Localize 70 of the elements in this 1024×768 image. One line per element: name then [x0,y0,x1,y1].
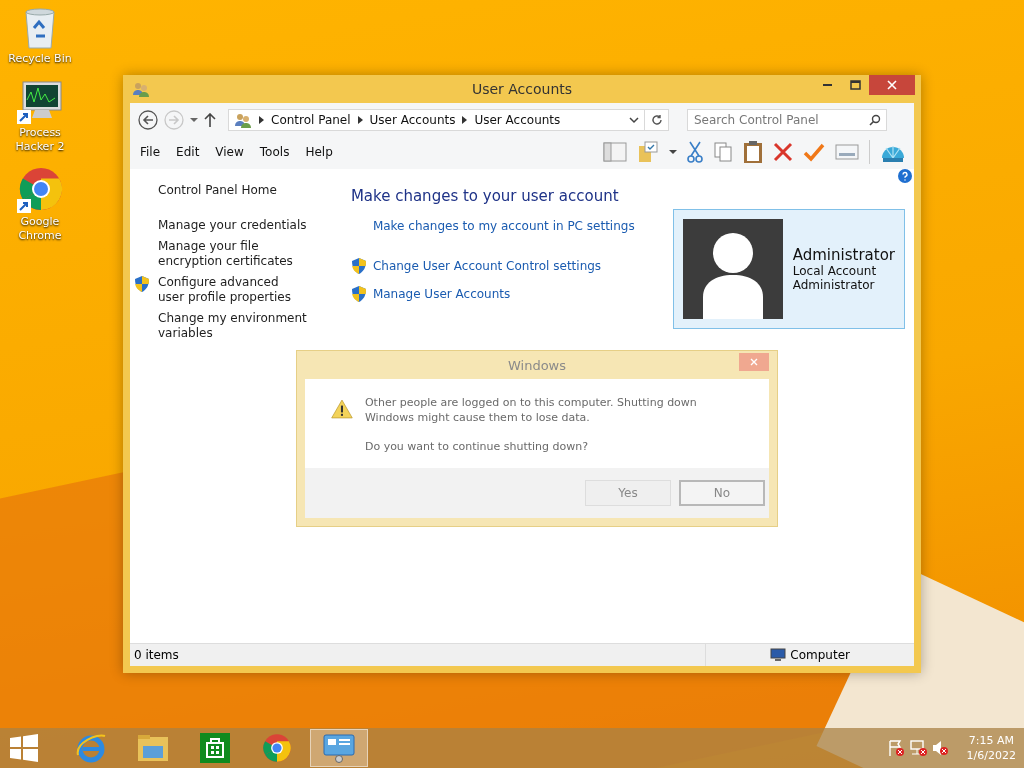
search-icon [869,114,881,126]
location-label: Computer [790,648,850,662]
checkmark-icon[interactable] [803,142,825,162]
user-silhouette-icon [682,219,783,319]
recycle-bin-icon[interactable] [22,6,58,50]
menu-item[interactable]: Edit [176,145,200,159]
refresh-button[interactable] [645,109,669,131]
sidebar-link[interactable]: Control Panel Home [158,183,308,198]
menu-item[interactable]: Help [305,145,333,159]
folder-icon [137,734,169,762]
windows-logo-icon[interactable] [10,734,38,762]
maximize-icon [849,80,861,90]
monitor-chart-icon[interactable] [17,79,63,124]
flag-error-icon[interactable] [886,739,905,757]
back-button[interactable] [138,110,158,130]
task-link[interactable]: Make changes to my account in PC settings [372,219,635,233]
breadcrumb-item[interactable]: User Accounts [369,113,456,127]
dialog-title: Windows [508,357,566,373]
delete-icon[interactable] [773,142,793,162]
account-detail: Administrator [792,278,876,292]
help-icon[interactable] [898,169,912,183]
shield-icon [350,285,367,303]
letter-e-icon [75,733,107,763]
breadcrumb-item[interactable]: User Accounts [474,113,561,127]
shield-icon [350,257,367,275]
computer-icon [770,648,787,662]
sidebar-link[interactable]: Configure advanced user profile properties [158,275,308,305]
menu-item[interactable]: Tools [259,145,290,159]
shield-icon [134,275,150,293]
minimize-icon [822,84,832,86]
page-heading: Make changes to your user account [350,187,620,205]
network-error-icon[interactable] [908,739,927,757]
chevron-down-icon[interactable] [629,116,639,124]
address-bar[interactable]: Control Panel User Accounts User Accounts [228,109,645,131]
chrome-logo-icon[interactable] [17,167,63,214]
item-count: 0 items [134,648,180,662]
chevron-right-icon[interactable] [357,116,363,124]
users-icon [132,81,150,97]
account-name: Administrator [792,246,895,264]
taskbar-app-button[interactable] [310,729,368,767]
close-icon [887,80,897,90]
dropdown-caret-icon[interactable] [190,117,198,123]
clipboard-icon[interactable] [743,140,763,164]
close-icon [750,358,758,366]
copy-icon[interactable] [713,141,733,163]
chevron-right-icon[interactable] [259,116,264,124]
dropdown-caret-icon[interactable] [669,149,677,155]
menu-item[interactable]: File [140,145,161,159]
monitor-panel-icon [323,733,355,763]
dialog-question: Do you want to continue shutting down? [364,439,590,454]
account-detail: Local Account [792,264,878,278]
task-link[interactable]: Manage User Accounts [372,287,511,301]
shopping-bag-icon [200,733,230,763]
menu-item[interactable]: View [215,145,244,159]
folder-check-icon[interactable] [637,141,659,163]
sidebar-link[interactable]: Manage your file encryption certificates [158,239,308,269]
dialog-message: Other people are logged on to this computer. Shutting down Windows might cause them to lose data. [364,395,698,425]
refresh-icon [650,114,663,126]
up-arrow-icon[interactable] [204,113,216,127]
speaker-muted-icon[interactable] [930,739,949,757]
search-field[interactable]: Search Control Panel [687,109,887,131]
sidebar-link[interactable]: Change my environment variables [158,311,308,341]
chevron-right-icon[interactable] [462,116,468,124]
task-link[interactable]: Change User Account Control settings [372,259,602,273]
chrome-logo-icon [262,733,292,763]
breadcrumb-item[interactable]: Control Panel [271,113,351,127]
sidebar-link[interactable]: Manage your credentials [158,218,308,233]
users-icon [234,112,252,128]
scissors-icon[interactable] [687,141,703,163]
window-title: User Accounts [470,81,574,97]
